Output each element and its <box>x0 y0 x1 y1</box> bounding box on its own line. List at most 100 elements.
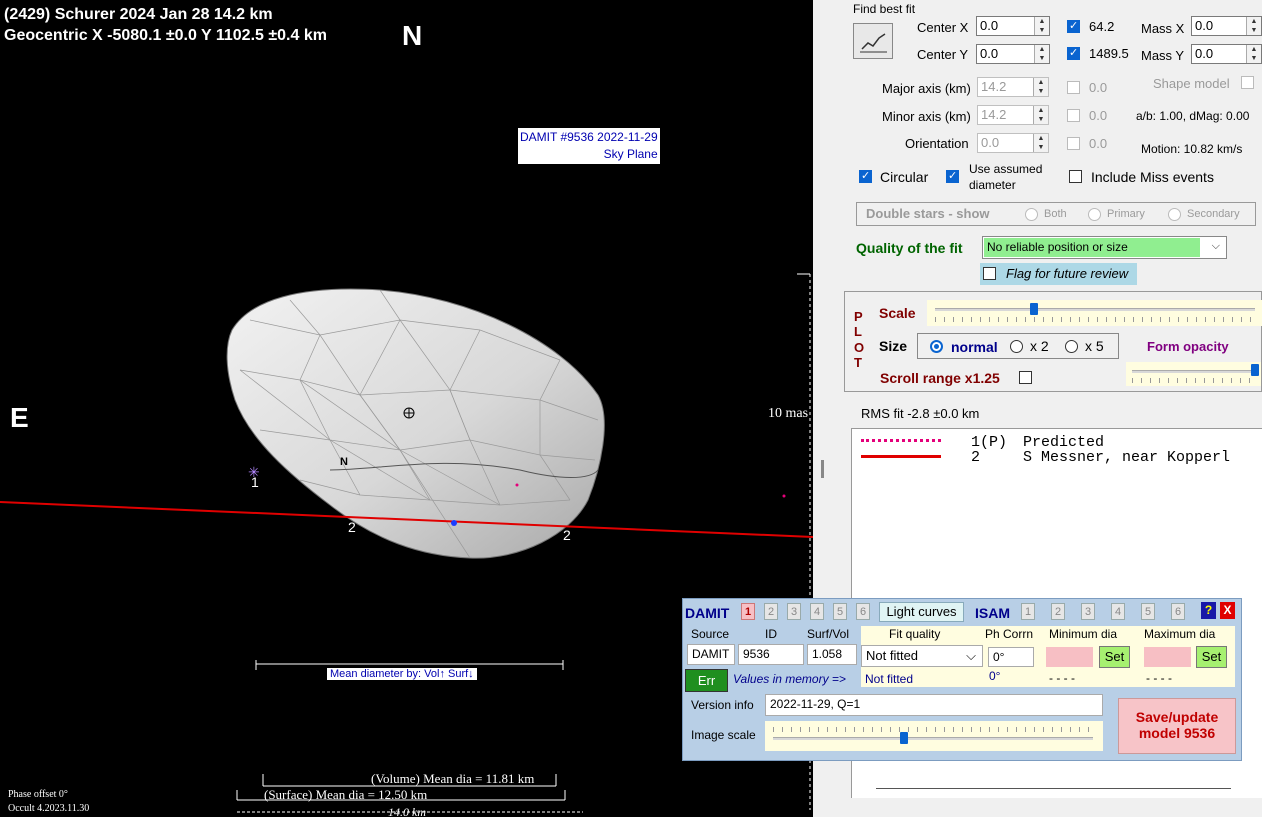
save-update-line1: Save/update <box>1135 709 1219 725</box>
ds-secondary-label: Secondary <box>1187 208 1240 220</box>
minor-axis-fit-value: 0.0 <box>1089 108 1108 123</box>
orientation-label: Orientation <box>905 136 969 151</box>
plot-letter-l: L <box>854 324 862 339</box>
orientation-fit-value: 0.0 <box>1089 136 1108 151</box>
fit-quality-mem: Not fitted <box>865 672 914 686</box>
center-x-label: Center X <box>917 20 969 35</box>
max-dia-label: Maximum dia <box>1144 627 1216 641</box>
center-y-fit-value: 1489.5 <box>1089 46 1129 61</box>
err-button[interactable]: Err <box>685 669 728 692</box>
min-dia-label: Minimum dia <box>1049 627 1118 641</box>
scroll-range-checkbox[interactable] <box>1019 371 1032 384</box>
quality-select-value: No reliable position or size <box>984 238 1200 257</box>
mass-y-label: Mass Y <box>1141 48 1185 63</box>
minor-axis-fit-checkbox[interactable] <box>1067 109 1080 122</box>
damit-title: DAMIT <box>685 605 730 621</box>
minor-axis-input[interactable]: 14.2 ▲ ▼ <box>977 105 1049 125</box>
chevron-down-icon: ⌵ <box>1211 240 1220 252</box>
light-curves-button[interactable]: Light curves <box>879 602 964 622</box>
center-x-fit-value: 64.2 <box>1089 19 1115 34</box>
damit-tab-4[interactable]: 4 <box>810 603 824 620</box>
size-normal-radio[interactable] <box>930 340 943 353</box>
ph-corrn-label: Ph Corrn <box>985 627 1034 641</box>
find-best-fit-label: Find best fit <box>853 2 916 16</box>
flag-review-checkbox[interactable] <box>983 267 996 280</box>
plot-letter-t: T <box>854 355 862 370</box>
damit-tab-5[interactable]: 5 <box>833 603 847 620</box>
body-north-label: N <box>340 456 348 468</box>
chord-label-2a: 2 <box>348 519 356 535</box>
help-button[interactable]: ? <box>1201 602 1216 619</box>
chord-label-2b: 2 <box>563 527 571 543</box>
use-assumed-checkbox[interactable] <box>946 169 959 183</box>
save-update-button[interactable]: Save/update model 9536 <box>1118 698 1236 754</box>
values-in-memory: Values in memory => <box>733 672 846 686</box>
isam-tab-4[interactable]: 4 <box>1111 603 1125 620</box>
fit-chart-icon <box>860 33 887 53</box>
mean-dia-by-label: Mean diameter by: Vol↑ Surf↓ <box>327 668 477 680</box>
ds-primary-radio[interactable] <box>1088 208 1101 221</box>
isam-tab-3[interactable]: 3 <box>1081 603 1095 620</box>
orientation-input[interactable]: 0.0 ▲ ▼ <box>977 133 1049 153</box>
damit-tab-2[interactable]: 2 <box>764 603 778 620</box>
circular-label: Circular <box>880 169 929 185</box>
opacity-slider[interactable] <box>1126 362 1261 386</box>
list-divider <box>876 788 1231 789</box>
scroll-range-label: Scroll range x1.25 <box>880 370 1000 386</box>
ds-primary-label: Primary <box>1107 208 1145 220</box>
image-scale-slider[interactable] <box>765 721 1103 751</box>
size-x5-label: x 5 <box>1085 338 1104 354</box>
version-info-value: 2022-11-29, Q=1 <box>765 694 1103 716</box>
legend-swatch-2 <box>861 455 941 458</box>
find-best-fit-button[interactable] <box>853 23 893 59</box>
major-axis-label: Major axis (km) <box>882 81 971 96</box>
min-dia-mem: - - - - <box>1049 671 1075 685</box>
size-label: Size <box>879 338 908 354</box>
min-dia-set-button[interactable]: Set <box>1099 646 1130 668</box>
center-y-fit-checkbox[interactable] <box>1067 46 1080 60</box>
center-x-fit-checkbox[interactable] <box>1067 19 1080 33</box>
orientation-fit-checkbox[interactable] <box>1067 137 1080 150</box>
shape-model-checkbox[interactable] <box>1241 76 1254 89</box>
ds-both-radio[interactable] <box>1025 208 1038 221</box>
fit-quality-select[interactable]: Not fitted ⌵ <box>861 645 983 667</box>
center-y-input[interactable]: 0.0 ▲ ▼ <box>976 44 1050 64</box>
motion-label: Motion: 10.82 km/s <box>1141 142 1243 156</box>
use-assumed-label-1: Use assumed <box>969 162 1043 176</box>
isam-tab-1[interactable]: 1 <box>1021 603 1035 620</box>
mass-y-input[interactable]: 0.0 ▲ ▼ <box>1191 44 1262 64</box>
include-miss-checkbox[interactable] <box>1069 170 1082 183</box>
observer-marker <box>451 520 457 526</box>
damit-tab-3[interactable]: 3 <box>787 603 801 620</box>
include-miss-label: Include Miss events <box>1091 169 1214 185</box>
isam-tab-6[interactable]: 6 <box>1171 603 1185 620</box>
scale-slider[interactable] <box>927 300 1262 326</box>
ds-secondary-radio[interactable] <box>1168 208 1181 221</box>
opacity-slider-thumb[interactable] <box>1251 364 1260 376</box>
max-dia-set-button[interactable]: Set <box>1196 646 1227 668</box>
max-dia-input[interactable] <box>1144 647 1191 667</box>
damit-tab-6[interactable]: 6 <box>856 603 870 620</box>
scale-slider-thumb[interactable] <box>1030 303 1039 315</box>
mass-x-input[interactable]: 0.0 ▲ ▼ <box>1191 16 1262 36</box>
major-axis-input[interactable]: 14.2 ▲ ▼ <box>977 77 1049 97</box>
damit-tab-1[interactable]: 1 <box>741 603 755 620</box>
min-dia-input[interactable] <box>1046 647 1093 667</box>
close-button[interactable]: X <box>1220 602 1235 619</box>
ds-both-label: Both <box>1044 208 1067 220</box>
circular-checkbox[interactable] <box>859 169 872 183</box>
predicted-marker <box>515 483 519 487</box>
quality-select[interactable]: No reliable position or size ⌵ <box>982 236 1227 259</box>
isam-tab-2[interactable]: 2 <box>1051 603 1065 620</box>
splitter-handle[interactable] <box>821 460 824 478</box>
image-scale-slider-thumb[interactable] <box>900 732 909 744</box>
size-x2-radio[interactable] <box>1010 340 1023 353</box>
surfvol-label: Surf/Vol <box>807 627 850 641</box>
size-x5-radio[interactable] <box>1065 340 1078 353</box>
minor-axis-label: Minor axis (km) <box>882 109 971 124</box>
ph-corrn-input[interactable]: 0° <box>988 647 1034 667</box>
isam-tab-5[interactable]: 5 <box>1141 603 1155 620</box>
major-axis-fit-checkbox[interactable] <box>1067 81 1080 94</box>
use-assumed-label-2: diameter <box>969 178 1016 192</box>
center-x-input[interactable]: 0.0 ▲ ▼ <box>976 16 1050 36</box>
